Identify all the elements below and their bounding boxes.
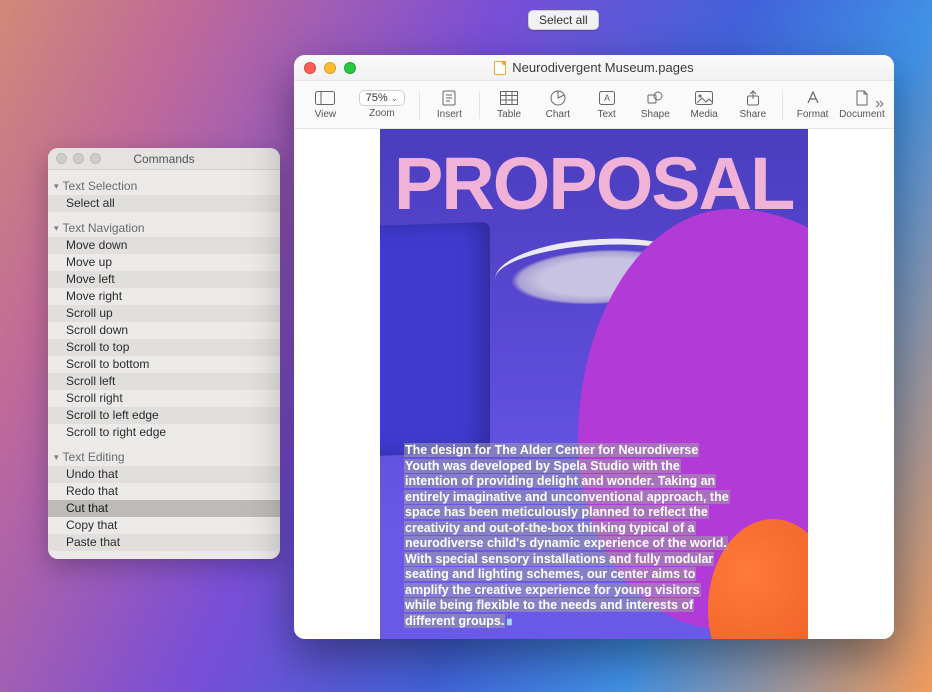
toolbar-separator	[479, 91, 480, 119]
shape-icon	[644, 89, 666, 107]
toolbar-overflow-button[interactable]: »	[875, 95, 884, 113]
decorative-block	[380, 222, 490, 456]
group-label: Text Selection	[63, 179, 138, 193]
cmd-scroll-up[interactable]: Scroll up	[48, 305, 280, 322]
group-label: Text Editing	[63, 450, 125, 464]
zoom-icon[interactable]	[90, 153, 101, 164]
pages-traffic-lights[interactable]	[304, 62, 356, 74]
cmd-scroll-right[interactable]: Scroll right	[48, 390, 280, 407]
chevron-down-icon: ⌄	[391, 93, 399, 104]
toolbar-separator	[419, 91, 420, 119]
cmd-scroll-to-top[interactable]: Scroll to top	[48, 339, 280, 356]
sidebar-icon	[314, 89, 336, 107]
format-button[interactable]: Format	[791, 89, 834, 120]
cmd-scroll-left[interactable]: Scroll left	[48, 373, 280, 390]
document-canvas[interactable]: PROPOSAL The design for The Alder Center…	[294, 129, 894, 639]
zoom-button[interactable]: 75% ⌄ Zoom	[353, 90, 411, 119]
document-page[interactable]: PROPOSAL The design for The Alder Center…	[380, 129, 808, 639]
svg-text:A: A	[604, 93, 610, 103]
text-button[interactable]: A Text	[585, 89, 628, 120]
cmd-select-all[interactable]: Select all	[48, 195, 280, 212]
commands-panel: Commands ▾ Text Selection Select all ▾ T…	[48, 148, 280, 559]
group-text-selection[interactable]: ▾ Text Selection	[48, 176, 280, 195]
toolbar-label: Table	[497, 109, 521, 120]
cmd-cut-that[interactable]: Cut that	[48, 500, 280, 517]
cmd-scroll-to-right-edge[interactable]: Scroll to right edge	[48, 424, 280, 441]
toolbar-label: Shape	[641, 109, 670, 120]
selected-text: The design for The Alder Center for Neur…	[404, 443, 730, 628]
insert-button[interactable]: Insert	[428, 89, 471, 120]
chevron-down-icon: ▾	[54, 223, 59, 234]
shape-button[interactable]: Shape	[634, 89, 677, 120]
chart-button[interactable]: Chart	[536, 89, 579, 120]
cmd-undo-that[interactable]: Undo that	[48, 466, 280, 483]
pages-document-icon	[494, 61, 506, 75]
toolbar-separator	[782, 91, 783, 119]
text-icon: A	[596, 89, 618, 107]
cmd-move-up[interactable]: Move up	[48, 254, 280, 271]
voice-command-tooltip: Select all	[528, 10, 599, 30]
chart-icon	[547, 89, 569, 107]
group-text-editing[interactable]: ▾ Text Editing	[48, 447, 280, 466]
table-icon	[498, 89, 520, 107]
pages-titlebar[interactable]: Neurodivergent Museum.pages	[294, 55, 894, 81]
toolbar-label: Media	[690, 109, 717, 120]
toolbar-label: Insert	[437, 109, 462, 120]
toolbar-label: Format	[797, 109, 829, 120]
share-button[interactable]: Share	[731, 89, 774, 120]
toolbar-label: Text	[597, 109, 615, 120]
toolbar-label: Share	[740, 109, 767, 120]
document-title-text: Neurodivergent Museum.pages	[512, 60, 693, 75]
commands-traffic-lights[interactable]	[56, 153, 101, 164]
page-heading[interactable]: PROPOSAL	[394, 147, 808, 221]
toolbar-label: View	[315, 109, 337, 120]
share-icon	[742, 89, 764, 107]
chevron-down-icon: ▾	[54, 452, 59, 463]
minimize-icon[interactable]	[324, 62, 336, 74]
cmd-copy-that[interactable]: Copy that	[48, 517, 280, 534]
media-icon	[693, 89, 715, 107]
close-icon[interactable]	[304, 62, 316, 74]
close-icon[interactable]	[56, 153, 67, 164]
insert-icon	[438, 89, 460, 107]
zoom-value: 75%	[366, 92, 388, 104]
cmd-scroll-to-left-edge[interactable]: Scroll to left edge	[48, 407, 280, 424]
table-button[interactable]: Table	[488, 89, 531, 120]
group-label: Text Navigation	[63, 221, 145, 235]
commands-titlebar: Commands	[48, 148, 280, 170]
cmd-move-left[interactable]: Move left	[48, 271, 280, 288]
toolbar: View 75% ⌄ Zoom Insert Table	[294, 81, 894, 129]
toolbar-label: Chart	[546, 109, 570, 120]
cmd-scroll-down[interactable]: Scroll down	[48, 322, 280, 339]
cmd-move-down[interactable]: Move down	[48, 237, 280, 254]
zoom-value-pill[interactable]: 75% ⌄	[359, 90, 406, 106]
chevron-down-icon: ▾	[54, 181, 59, 192]
document-title[interactable]: Neurodivergent Museum.pages	[494, 60, 693, 75]
cmd-move-right[interactable]: Move right	[48, 288, 280, 305]
text-cursor-icon: ∎	[505, 614, 513, 628]
toolbar-label: Zoom	[369, 108, 395, 119]
document-icon	[851, 89, 873, 107]
fullscreen-icon[interactable]	[344, 62, 356, 74]
view-button[interactable]: View	[304, 89, 347, 120]
group-text-navigation[interactable]: ▾ Text Navigation	[48, 218, 280, 237]
chevron-double-right-icon: »	[875, 95, 884, 112]
cmd-redo-that[interactable]: Redo that	[48, 483, 280, 500]
format-icon	[802, 89, 824, 107]
page-body-text[interactable]: The design for The Alder Center for Neur…	[404, 443, 729, 629]
cmd-scroll-to-bottom[interactable]: Scroll to bottom	[48, 356, 280, 373]
cmd-paste-that[interactable]: Paste that	[48, 534, 280, 551]
media-button[interactable]: Media	[683, 89, 726, 120]
minimize-icon[interactable]	[73, 153, 84, 164]
pages-window: Neurodivergent Museum.pages View 75% ⌄ Z…	[294, 55, 894, 639]
